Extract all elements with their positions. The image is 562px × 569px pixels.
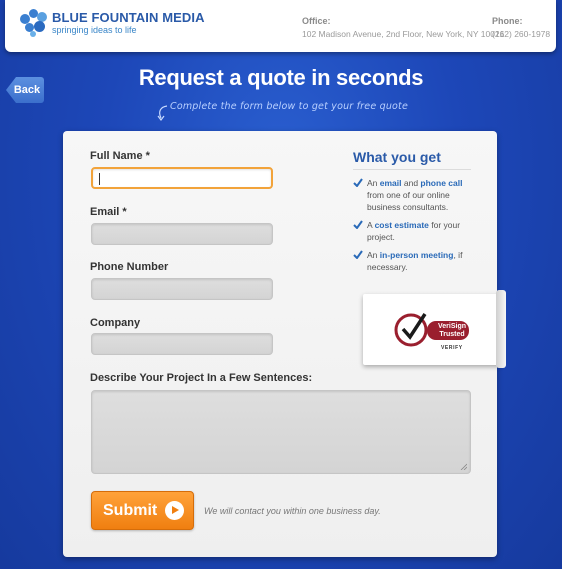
page-title: Request a quote in seconds (138, 65, 424, 90)
what-you-get-title: What you get (353, 149, 441, 165)
submit-label: Submit (103, 502, 158, 519)
site-header: BLUE FOUNTAIN MEDIA springing ideas to l… (5, 0, 556, 52)
office-address: 102 Madison Avenue, 2nd Floor, New York,… (302, 29, 505, 39)
curved-arrow-icon (157, 105, 168, 121)
logo-icon[interactable] (20, 9, 50, 39)
email-label: Email * (90, 206, 127, 218)
checkmark-icon (353, 178, 363, 187)
verisign-badge[interactable]: VeriSign Trusted VERIFY (363, 290, 506, 368)
resize-grip-icon[interactable] (460, 463, 467, 470)
brand-name[interactable]: BLUE FOUNTAIN MEDIA (52, 10, 205, 25)
phone-number: (212) 260-1978 (492, 29, 551, 39)
arrow-right-icon (165, 501, 184, 520)
phone-label: Phone: (492, 16, 523, 26)
page-curl (496, 290, 506, 368)
brand-tagline: springing ideas to life (52, 25, 137, 35)
phone-number-input[interactable] (91, 278, 273, 300)
full-name-input[interactable] (91, 167, 273, 189)
verify-link[interactable]: VERIFY (441, 345, 463, 351)
text-caret (99, 173, 100, 185)
page-subtitle: Complete the form below to get your free… (170, 101, 409, 112)
project-description-textarea[interactable] (91, 390, 471, 474)
verisign-trusted-text: VeriSign Trusted (437, 323, 466, 338)
project-description-label: Describe Your Project In a Few Sentences… (90, 372, 313, 384)
office-label: Office: (302, 16, 331, 26)
submit-button[interactable]: Submit (91, 491, 194, 530)
phone-number-label: Phone Number (90, 261, 169, 273)
quote-form-card: Full Name * Email * Phone Number Company… (63, 131, 506, 557)
divider (353, 169, 471, 170)
full-name-label: Full Name * (90, 150, 150, 162)
email-input[interactable] (91, 223, 273, 245)
company-label: Company (90, 317, 141, 329)
checkmark-icon (353, 220, 363, 229)
checkmark-icon (353, 250, 363, 259)
company-input[interactable] (91, 333, 273, 355)
contact-note: We will contact you within one business … (204, 506, 381, 516)
